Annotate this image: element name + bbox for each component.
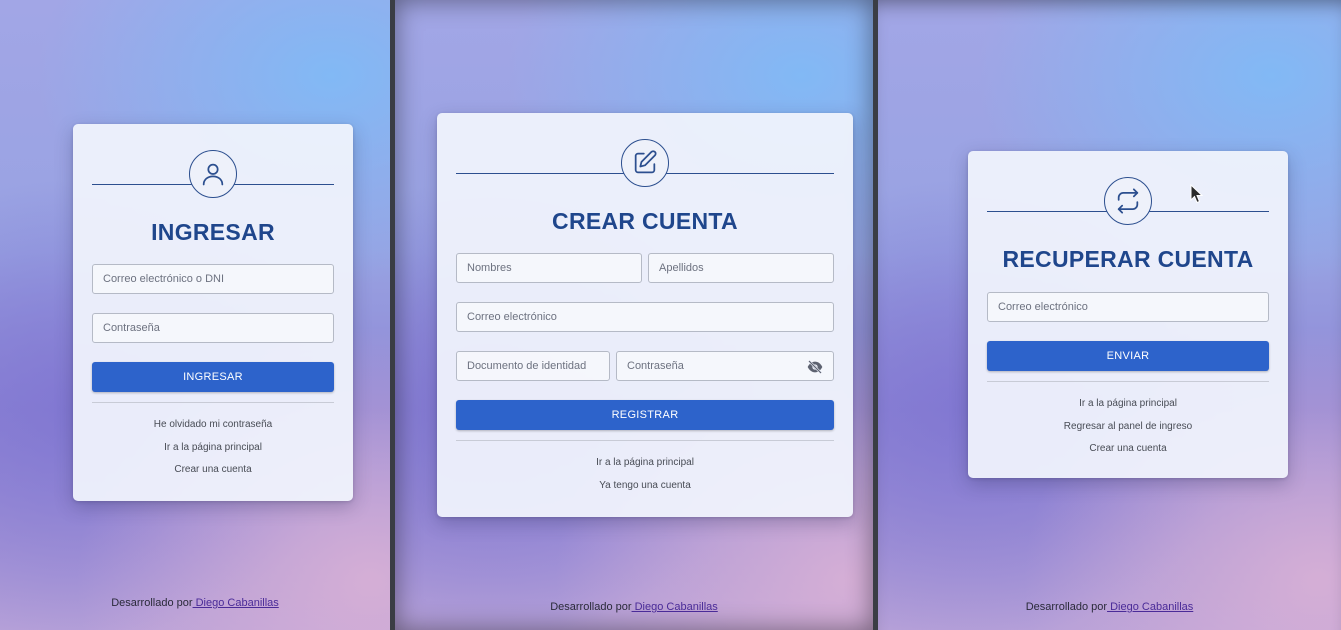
register-document-input[interactable] <box>457 352 609 380</box>
login-links: He olvidado mi contraseña Ir a la página… <box>92 414 334 482</box>
footer: Desarrollado por Diego Cabanillas <box>878 601 1341 613</box>
author-link[interactable]: Diego Cabanillas <box>632 601 718 613</box>
login-password-field[interactable] <box>92 313 334 343</box>
recover-card: RECUPERAR CUENTA ENVIAR Ir a la página p… <box>968 151 1288 478</box>
footer: Desarrollado por Diego Cabanillas <box>395 601 873 613</box>
recover-email-input[interactable] <box>988 293 1268 321</box>
divider <box>92 402 334 403</box>
login-email-input[interactable] <box>93 265 333 293</box>
create-account-link[interactable]: Crear una cuenta <box>92 459 334 482</box>
eye-off-icon[interactable] <box>807 360 823 374</box>
login-title: INGRESAR <box>151 219 275 245</box>
forgot-password-link[interactable]: He olvidado mi contraseña <box>92 414 334 437</box>
register-name-row <box>456 253 834 283</box>
recover-panel: RECUPERAR CUENTA ENVIAR Ir a la página p… <box>878 0 1341 630</box>
register-names-field[interactable] <box>456 253 642 283</box>
home-link[interactable]: Ir a la página principal <box>456 452 834 475</box>
login-email-field[interactable] <box>92 264 334 294</box>
author-link[interactable]: Diego Cabanillas <box>1107 601 1193 613</box>
recover-links: Ir a la página principal Regresar al pan… <box>987 393 1269 461</box>
repeat-icon <box>1104 177 1152 225</box>
register-password-field[interactable] <box>616 351 834 381</box>
footer-prefix: Desarrollado por <box>111 597 193 609</box>
login-card: INGRESAR INGRESAR He olvidado mi contras… <box>73 124 353 501</box>
register-email-field[interactable] <box>456 302 834 332</box>
footer: Desarrollado por Diego Cabanillas <box>0 597 390 609</box>
recover-email-field[interactable] <box>987 292 1269 322</box>
author-link[interactable]: Diego Cabanillas <box>193 597 279 609</box>
recover-header-decoration <box>987 177 1269 227</box>
divider <box>456 440 834 441</box>
register-credentials-row <box>456 351 834 381</box>
register-email-input[interactable] <box>457 303 833 331</box>
footer-prefix: Desarrollado por <box>550 601 632 613</box>
register-names-input[interactable] <box>457 254 641 282</box>
register-document-field[interactable] <box>456 351 610 381</box>
register-surnames-field[interactable] <box>648 253 834 283</box>
login-password-input[interactable] <box>93 314 333 342</box>
register-surnames-input[interactable] <box>649 254 833 282</box>
recover-submit-button[interactable]: ENVIAR <box>987 341 1269 371</box>
home-link[interactable]: Ir a la página principal <box>92 437 334 460</box>
login-header-decoration <box>92 150 334 200</box>
register-password-input[interactable] <box>617 352 833 380</box>
register-card: CREAR CUENTA Nombres Apellidos Correo el… <box>437 113 853 517</box>
divider <box>987 381 1269 382</box>
back-to-login-link[interactable]: Regresar al panel de ingreso <box>987 416 1269 439</box>
user-icon <box>189 150 237 198</box>
edit-icon <box>621 139 669 187</box>
login-panel: INGRESAR INGRESAR He olvidado mi contras… <box>0 0 390 630</box>
footer-prefix: Desarrollado por <box>1025 601 1108 613</box>
register-submit-button[interactable]: REGISTRAR <box>456 400 834 430</box>
register-links: Ir a la página principal Ya tengo una cu… <box>456 452 834 497</box>
register-header-decoration <box>456 139 834 189</box>
home-link[interactable]: Ir a la página principal <box>987 393 1269 416</box>
mouse-cursor-icon <box>1190 184 1203 204</box>
login-submit-button[interactable]: INGRESAR <box>92 362 334 392</box>
recover-title: RECUPERAR CUENTA <box>1002 246 1254 272</box>
have-account-link[interactable]: Ya tengo una cuenta <box>456 475 834 498</box>
register-panel: CREAR CUENTA Nombres Apellidos Correo el… <box>395 0 873 630</box>
create-account-link[interactable]: Crear una cuenta <box>987 438 1269 461</box>
register-title: CREAR CUENTA <box>552 208 738 234</box>
